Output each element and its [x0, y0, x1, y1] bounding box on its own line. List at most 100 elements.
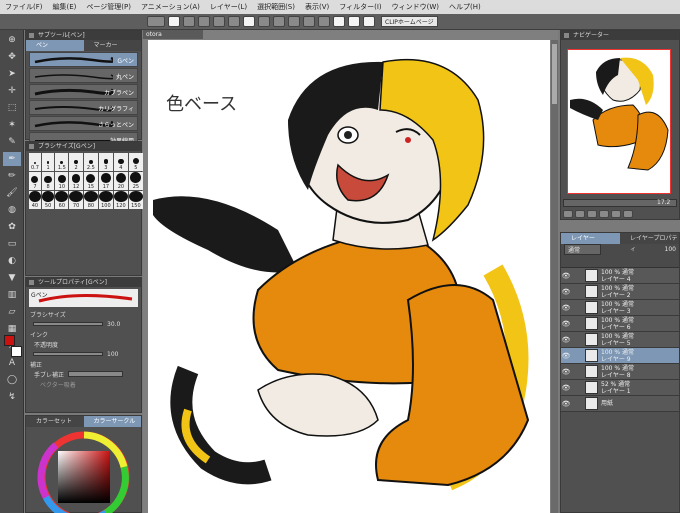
brush-size-cell[interactable]: 20: [113, 172, 128, 190]
brush-size-cell[interactable]: 1: [41, 153, 55, 171]
transform-icon[interactable]: [258, 16, 270, 27]
balloon-tool-icon[interactable]: ◯: [3, 373, 21, 387]
brush-saratto-pen[interactable]: さらっとペン: [29, 116, 138, 131]
move-layer-icon[interactable]: ✛: [3, 84, 21, 98]
operation-tool-icon[interactable]: ➤: [3, 67, 21, 81]
menu-layer[interactable]: レイヤー(L): [205, 2, 252, 12]
tab-color-set[interactable]: カラーセット: [26, 416, 84, 427]
brush-size-cell[interactable]: 2.5: [83, 153, 98, 171]
layer-row[interactable]: 👁 52 % 通常 レイヤー 1: [561, 380, 679, 396]
tab-layer-property[interactable]: レイヤープロパティ: [620, 233, 679, 253]
line-fix-icon[interactable]: ↯: [3, 390, 21, 404]
layer-row[interactable]: 👁 100 % 通常 レイヤー 4: [561, 268, 679, 284]
eye-icon[interactable]: 👁: [561, 352, 571, 360]
tab-marker[interactable]: マーカー: [84, 40, 142, 51]
eye-icon[interactable]: 👁: [561, 336, 571, 344]
figure-tool-icon[interactable]: ▱: [3, 305, 21, 319]
airbrush-icon[interactable]: ◍: [3, 203, 21, 217]
flip-icon[interactable]: [623, 210, 633, 218]
canvas-paper[interactable]: 色ベース: [148, 40, 550, 513]
scrollbar-thumb[interactable]: [552, 44, 557, 104]
canvas-vertical-scrollbar[interactable]: [551, 40, 558, 513]
brush-size-slider[interactable]: [33, 322, 103, 326]
brush-size-cell[interactable]: 5: [128, 153, 143, 171]
open-file-icon[interactable]: [183, 16, 195, 27]
brush-size-cell[interactable]: 40: [29, 191, 41, 209]
canvas-tab[interactable]: otora: [143, 30, 203, 39]
brush-size-cell[interactable]: 7: [29, 172, 41, 190]
brush-size-cell[interactable]: 1.5: [55, 153, 69, 171]
eyedropper-icon[interactable]: ✎: [3, 135, 21, 149]
decoration-icon[interactable]: ✿: [3, 220, 21, 234]
brush-calligraphy[interactable]: カリグラフィ: [29, 100, 138, 115]
brush-size-cell[interactable]: 10: [55, 172, 69, 190]
auto-select-icon[interactable]: ✶: [3, 118, 21, 132]
navigator-thumbnail[interactable]: [567, 49, 671, 194]
eraser-icon[interactable]: ▭: [3, 237, 21, 251]
eye-icon[interactable]: 👁: [561, 304, 571, 312]
clip-homepage-button[interactable]: CLIPホームページ: [381, 16, 438, 27]
layer-row[interactable]: 👁 100 % 通常 レイヤー 5: [561, 332, 679, 348]
pencil-tool-icon[interactable]: ✏: [3, 169, 21, 183]
deselect-icon[interactable]: [273, 16, 285, 27]
clip-logo-icon[interactable]: [147, 16, 165, 27]
snap2-icon[interactable]: [348, 16, 360, 27]
brush-size-cell[interactable]: 0.7: [29, 153, 41, 171]
eye-icon[interactable]: 👁: [561, 384, 571, 392]
tab-layer[interactable]: レイヤー: [561, 233, 620, 244]
sub-color-swatch[interactable]: [11, 346, 22, 357]
brush-size-cell[interactable]: 120: [113, 191, 128, 209]
brush-size-cell[interactable]: 80: [83, 191, 98, 209]
layer-row[interactable]: 👁 用紙: [561, 396, 679, 412]
new-file-icon[interactable]: [168, 16, 180, 27]
rotate-left-icon[interactable]: [599, 210, 609, 218]
menu-page[interactable]: ページ管理(P): [81, 2, 136, 12]
menu-view[interactable]: 表示(V): [300, 2, 334, 12]
frame-tool-icon[interactable]: ▦: [3, 322, 21, 336]
tab-color-circle[interactable]: カラーサークル: [83, 416, 141, 427]
brush-tool-icon[interactable]: 🖌: [3, 186, 21, 200]
brush-size-cell[interactable]: 8: [41, 172, 55, 190]
pen-tool-icon[interactable]: ✒: [3, 152, 21, 166]
main-color-swatch[interactable]: [4, 335, 15, 346]
brush-g-pen[interactable]: Gペン: [29, 52, 138, 67]
invert-icon[interactable]: [303, 16, 315, 27]
move-tool-icon[interactable]: ✥: [3, 50, 21, 64]
layer-row[interactable]: 👁 100 % 通常 レイヤー 9: [561, 348, 679, 364]
opacity-slider[interactable]: [33, 352, 103, 356]
menu-animation[interactable]: アニメーション(A): [136, 2, 205, 12]
brush-size-cell[interactable]: 150: [128, 191, 143, 209]
menu-window[interactable]: ウィンドウ(W): [387, 2, 444, 12]
eye-icon[interactable]: 👁: [561, 272, 571, 280]
brush-round-pen[interactable]: 丸ペン: [29, 68, 138, 83]
eye-icon[interactable]: 👁: [561, 320, 571, 328]
brush-size-cell[interactable]: 3: [98, 153, 113, 171]
eye-icon[interactable]: 👁: [561, 368, 571, 376]
blend-mode-select[interactable]: 通常: [564, 243, 602, 255]
stabilize-control[interactable]: [68, 371, 124, 377]
select-tool-icon[interactable]: ⬚: [3, 101, 21, 115]
brush-size-cell[interactable]: 4: [113, 153, 128, 171]
tab-pen[interactable]: ペン: [26, 40, 84, 51]
clear-icon[interactable]: [243, 16, 255, 27]
blend-tool-icon[interactable]: ◐: [3, 254, 21, 268]
eye-icon[interactable]: 👁: [561, 288, 571, 296]
brush-size-cell[interactable]: 15: [83, 172, 98, 190]
layer-row[interactable]: 👁 100 % 通常 レイヤー 6: [561, 316, 679, 332]
layer-row[interactable]: 👁 100 % 通常 レイヤー 3: [561, 300, 679, 316]
menu-filter[interactable]: フィルター(I): [334, 2, 386, 12]
fill-tool-icon[interactable]: ▼: [3, 271, 21, 285]
brush-kabura-pen[interactable]: カブラペン: [29, 84, 138, 99]
show-selection-icon[interactable]: [318, 16, 330, 27]
layer-row[interactable]: 👁 100 % 通常 レイヤー 2: [561, 284, 679, 300]
crop-icon[interactable]: [288, 16, 300, 27]
brush-size-cell[interactable]: 70: [69, 191, 83, 209]
layer-row[interactable]: 👁 100 % 通常 レイヤー 8: [561, 364, 679, 380]
brush-size-cell[interactable]: 12: [69, 172, 83, 190]
undo-icon[interactable]: [213, 16, 225, 27]
brush-size-cell[interactable]: 25: [128, 172, 143, 190]
snap-icon[interactable]: [333, 16, 345, 27]
text-tool-icon[interactable]: A: [3, 356, 21, 370]
brush-size-cell[interactable]: 60: [55, 191, 69, 209]
brush-size-cell[interactable]: 100: [98, 191, 113, 209]
